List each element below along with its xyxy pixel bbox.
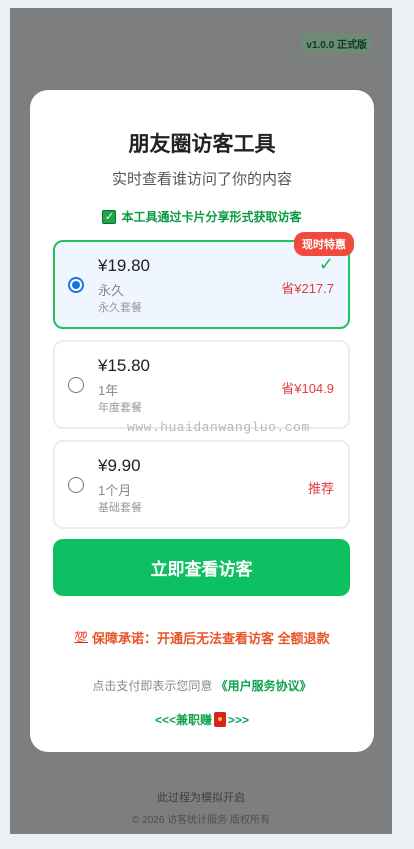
checkmark-icon: ✓	[318, 254, 334, 274]
plan-period: 永久	[98, 283, 125, 298]
service-agreement-link[interactable]: 《用户服务协议》	[216, 679, 312, 693]
guarantee-text: 保障承诺：开通后无法查看访客 全额退款	[92, 631, 330, 646]
parttime-suffix: >>>	[228, 712, 250, 727]
watermark-text: www.huaidanwangluo.com	[127, 420, 310, 435]
parttime-prefix: <<<兼职赚	[154, 713, 212, 727]
footer-copyright: © 2026 访客统计服务 版权所有	[132, 815, 270, 826]
plan-period: 1个月	[98, 483, 132, 498]
plan-desc: 基础套餐	[98, 502, 142, 514]
plan-price: ¥9.90	[98, 456, 141, 475]
agreement-prefix: 点击支付即表示您同意	[92, 679, 213, 693]
plan-savings: 省¥217.7	[281, 281, 334, 296]
modal-subtitle: 实时查看谁访问了你的内容	[111, 171, 292, 188]
plan-radio[interactable]	[68, 377, 84, 393]
checkbox-icon: ✓	[102, 209, 117, 224]
plan-price: ¥19.80	[98, 256, 150, 275]
limited-offer-badge: 现时特惠	[294, 232, 354, 256]
plan-option-yearly[interactable]: ¥15.80 1年 年度套餐 省¥104.9	[53, 340, 350, 429]
plan-price: ¥15.80	[98, 356, 150, 375]
plan-desc: 永久套餐	[98, 302, 142, 314]
footer-simulation-note: 此过程为模拟开启	[157, 792, 245, 804]
red-envelope-icon	[214, 712, 226, 727]
plan-savings: 省¥104.9	[281, 381, 334, 396]
version-badge: v1.0.0 正式版	[301, 34, 372, 53]
plan-radio[interactable]	[68, 477, 84, 493]
parttime-link[interactable]: <<<兼职赚 >>>	[30, 711, 374, 728]
hundred-points-icon: 💯	[74, 632, 89, 644]
plan-recommend-tag: 推荐	[307, 481, 334, 496]
modal-title: 朋友圈访客工具	[128, 133, 276, 156]
notice-line: ✓ 本工具通过卡片分享形式获取访客	[30, 208, 374, 225]
agreement-line: 点击支付即表示您同意 《用户服务协议》	[30, 677, 374, 694]
plan-option-lifetime[interactable]: ¥19.80 永久 永久套餐 ✓ 省¥217.7 现时特惠	[53, 232, 354, 329]
plan-period: 1年	[98, 383, 119, 398]
plan-option-monthly[interactable]: ¥9.90 1个月 基础套餐 推荐	[53, 440, 350, 529]
guarantee-line: 💯 保障承诺：开通后无法查看访客 全额退款	[30, 628, 374, 647]
plan-desc: 年度套餐	[98, 402, 142, 414]
notice-text: 本工具通过卡片分享形式获取访客	[121, 210, 302, 224]
view-visitors-button[interactable]: 立即查看访客	[53, 539, 350, 596]
plan-radio[interactable]	[68, 277, 84, 293]
